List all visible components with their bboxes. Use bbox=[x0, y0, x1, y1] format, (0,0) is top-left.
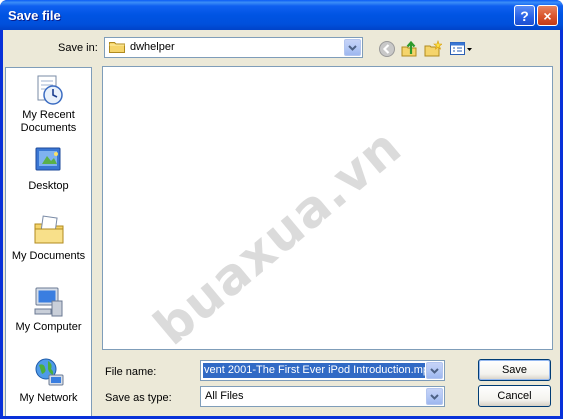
save-as-type-dropdown[interactable]: All Files bbox=[200, 386, 445, 407]
desktop-icon bbox=[35, 147, 60, 171]
file-name-dropdown-arrow[interactable] bbox=[426, 362, 443, 379]
places-bar: My Recent Documents Desktop My Documents bbox=[5, 67, 92, 417]
save-in-dropdown-arrow[interactable] bbox=[344, 39, 361, 56]
close-icon: × bbox=[543, 7, 552, 24]
place-label-documents: My Documents bbox=[11, 250, 86, 262]
chevron-down-icon bbox=[348, 44, 357, 51]
my-network-icon bbox=[35, 358, 63, 386]
title-bar[interactable]: Save file ? × bbox=[0, 0, 563, 30]
close-button[interactable]: × bbox=[537, 5, 558, 26]
dialog-body: Save in: dwhelper My Recent Documents De… bbox=[3, 30, 560, 417]
place-label-recent: My Recent Documents bbox=[20, 109, 77, 134]
up-folder-icon[interactable] bbox=[400, 40, 418, 58]
cancel-button[interactable]: Cancel bbox=[478, 385, 551, 407]
save-in-label: Save in: bbox=[58, 42, 98, 54]
file-name-value[interactable]: vent 2001-The First Ever iPod Introducti… bbox=[203, 363, 425, 378]
place-desktop[interactable]: Desktop bbox=[6, 144, 91, 193]
chevron-down-icon bbox=[430, 393, 439, 400]
folder-icon bbox=[109, 42, 125, 53]
file-name-label: File name: bbox=[105, 366, 157, 378]
help-button[interactable]: ? bbox=[514, 5, 535, 26]
window-title: Save file bbox=[8, 8, 61, 23]
save-in-value: dwhelper bbox=[130, 41, 175, 53]
place-my-documents[interactable]: My Documents bbox=[6, 214, 91, 263]
views-menu-icon[interactable] bbox=[449, 40, 473, 58]
chevron-down-icon bbox=[430, 367, 439, 374]
save-as-type-value: All Files bbox=[205, 390, 244, 402]
place-my-network[interactable]: My Network bbox=[6, 356, 91, 405]
place-label-network: My Network bbox=[19, 392, 78, 404]
save-as-type-label: Save as type: bbox=[105, 392, 172, 404]
my-documents-icon bbox=[34, 215, 63, 244]
save-button[interactable]: Save bbox=[478, 359, 551, 381]
new-folder-icon[interactable] bbox=[424, 40, 442, 58]
save-file-dialog: Save file ? × Save in: dwhelper My Recen… bbox=[0, 0, 563, 419]
place-label-computer: My Computer bbox=[15, 321, 82, 333]
place-my-recent-documents[interactable]: My Recent Documents bbox=[6, 73, 91, 135]
recent-documents-icon bbox=[37, 75, 63, 105]
place-label-desktop: Desktop bbox=[28, 180, 69, 192]
my-computer-icon bbox=[34, 287, 62, 317]
back-icon[interactable] bbox=[378, 40, 396, 58]
save-as-type-dropdown-arrow[interactable] bbox=[426, 388, 443, 405]
help-icon: ? bbox=[520, 7, 529, 24]
place-my-computer[interactable]: My Computer bbox=[6, 285, 91, 334]
file-name-input[interactable]: vent 2001-The First Ever iPod Introducti… bbox=[200, 360, 445, 381]
save-in-dropdown[interactable]: dwhelper bbox=[104, 37, 363, 58]
